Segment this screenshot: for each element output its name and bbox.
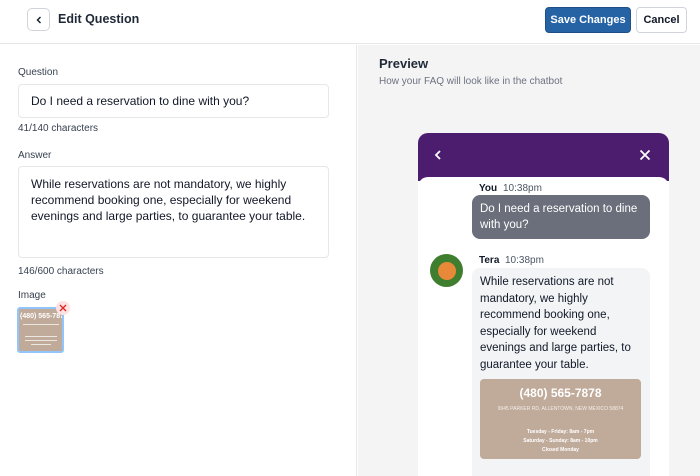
question-char-counter: 41/140 characters — [18, 123, 99, 134]
chat-header — [418, 133, 669, 181]
question-input[interactable]: Do I need a reservation to dine with you… — [18, 84, 329, 118]
answer-line: evenings and large parties, to guarantee… — [31, 209, 306, 223]
page-title: Edit Question — [58, 12, 140, 26]
answer-char-counter: 146/600 characters — [18, 266, 104, 277]
bot-avatar — [430, 254, 463, 287]
image-hours-line: Closed Monday — [542, 447, 579, 453]
preview-subtitle: How your FAQ will look like in the chatb… — [379, 76, 563, 87]
answer-line: recommend booking one, especially for we… — [31, 193, 292, 207]
image-thumbnail[interactable]: (480) 565-787 — [17, 307, 64, 353]
bot-message-line: mandatory, we highly — [480, 292, 588, 305]
chatbot-window: You 10:38pm Do I need a reservation to d… — [418, 133, 669, 476]
answer-label: Answer — [18, 150, 52, 161]
preview-panel: Preview How your FAQ will look like in t… — [358, 45, 700, 476]
bot-message-line: evenings and large parties, to — [480, 342, 631, 355]
chat-back-icon[interactable] — [432, 149, 444, 161]
user-name: You — [479, 183, 498, 194]
bot-message-line: While reservations are not — [480, 276, 614, 288]
user-message-line: Do I need a reservation to dine — [480, 203, 638, 215]
bot-message-text: While reservations are not mandatory, we… — [480, 274, 646, 374]
preview-title: Preview — [379, 56, 429, 71]
image-label: Image — [18, 290, 46, 301]
thumb-phone-text: (480) 565-787 — [20, 313, 64, 320]
bot-message-bubble: While reservations are not mandatory, we… — [472, 268, 650, 476]
chevron-left-icon — [36, 16, 41, 23]
user-message-line: with you? — [480, 219, 529, 231]
image-hours-line: Tuesday - Friday: 8am - 7pm — [526, 429, 595, 435]
bot-time: 10:38pm — [505, 255, 544, 266]
edit-form: Question Do I need a reservation to dine… — [0, 45, 357, 476]
bot-message-image[interactable]: (480) 565-7878 9945 PARKER RD, ALLENTOWN… — [480, 379, 641, 459]
answer-line: While reservations are not mandatory, we… — [31, 177, 287, 191]
thumb-text-line — [31, 344, 51, 345]
chat-messages: You 10:38pm Do I need a reservation to d… — [418, 177, 669, 476]
image-phone-text: (480) 565-7878 — [519, 386, 602, 400]
remove-image-button[interactable] — [56, 301, 70, 315]
chat-close-icon[interactable] — [639, 149, 651, 161]
save-changes-button[interactable]: Save Changes — [545, 7, 631, 33]
image-address-text: 9945 PARKER RD, ALLENTOWN, NEW MEXICO 58… — [497, 406, 624, 412]
bot-name: Tera — [479, 255, 500, 266]
thumb-text-line — [25, 336, 57, 337]
image-hours-line: Saturday - Sunday: 8am - 10pm — [523, 438, 598, 444]
back-button[interactable] — [27, 8, 50, 31]
user-time: 10:38pm — [503, 183, 542, 194]
user-message-bubble: Do I need a reservation to dine with you… — [472, 195, 650, 239]
bot-message-line: recommend booking one, — [480, 309, 610, 322]
bot-message-line: guarantee your table. — [480, 358, 589, 371]
thumb-text-line — [25, 340, 57, 341]
bot-avatar-icon — [437, 261, 456, 280]
thumb-text-line — [23, 324, 59, 325]
remove-x-icon — [59, 304, 67, 312]
user-message-text: Do I need a reservation to dine with you… — [480, 201, 646, 233]
bot-message-line: especially for weekend — [480, 325, 597, 338]
question-label: Question — [18, 67, 59, 78]
top-bar: Edit Question Save Changes Cancel — [0, 0, 700, 44]
question-input-value: Do I need a reservation to dine with you… — [31, 94, 250, 108]
answer-textarea[interactable]: While reservations are not mandatory, we… — [18, 166, 329, 258]
cancel-button[interactable]: Cancel — [636, 7, 687, 33]
